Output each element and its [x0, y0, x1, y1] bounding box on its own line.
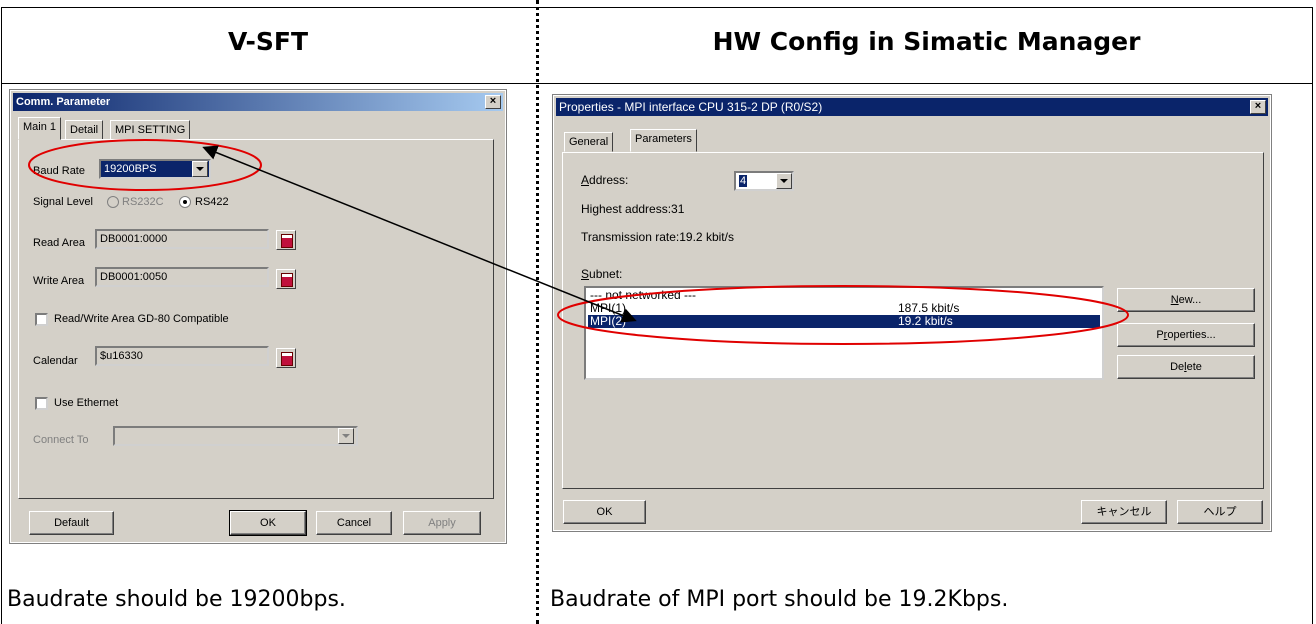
- highlight-ellipse-baud-rate: [28, 139, 262, 191]
- left-caption: Baudrate should be 19200bps.: [7, 587, 346, 612]
- annotation-overlay: [28, 139, 1129, 345]
- connector-arrow: [202, 145, 637, 323]
- right-caption: Baudrate of MPI port should be 19.2Kbps.: [550, 587, 1009, 612]
- tab-parameters[interactable]: Parameters: [630, 129, 697, 152]
- highlight-ellipse-subnet: [557, 285, 1129, 345]
- tab-main-1[interactable]: Main 1: [18, 117, 62, 140]
